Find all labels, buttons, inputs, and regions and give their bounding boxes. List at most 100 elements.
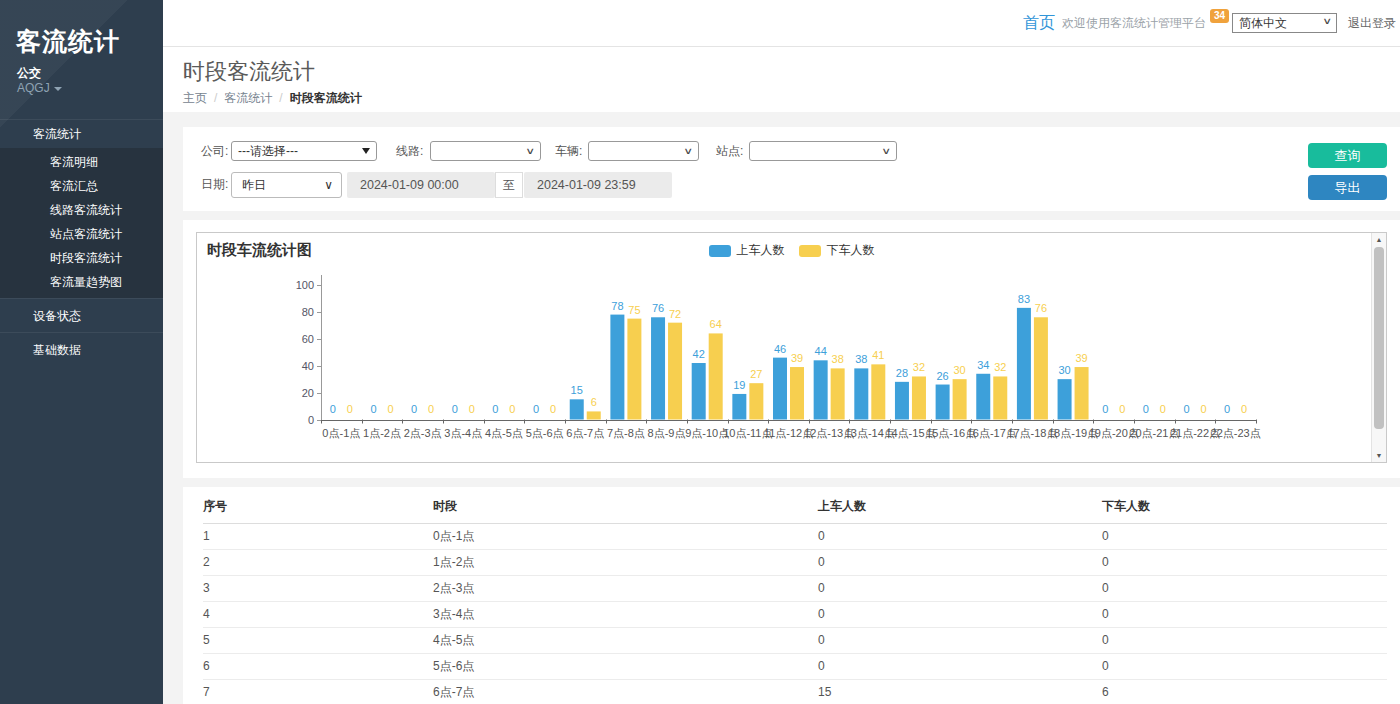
svg-text:0: 0	[509, 403, 515, 415]
svg-text:76: 76	[652, 302, 664, 314]
sidebar-subitem[interactable]: 线路客流统计	[0, 198, 163, 222]
legend-label-boarding[interactable]: 上车人数	[737, 244, 785, 257]
svg-text:78: 78	[611, 300, 623, 312]
sidebar-subitem[interactable]: 站点客流统计	[0, 222, 163, 246]
table-row: 10点-1点00	[203, 524, 1387, 550]
chart-scrollbar[interactable]: ▲ ▼	[1371, 233, 1386, 462]
legend-swatch-alighting[interactable]	[799, 245, 821, 257]
svg-text:0: 0	[347, 403, 353, 415]
svg-text:0: 0	[1183, 403, 1189, 415]
svg-text:19: 19	[733, 379, 745, 391]
sidebar-nav: 客流统计 客流明细客流汇总线路客流统计站点客流统计时段客流统计客流量趋势图 设备…	[0, 119, 163, 366]
date-to-input[interactable]: 2024-01-09 23:59	[524, 172, 672, 198]
svg-text:0: 0	[387, 403, 393, 415]
table-cell: 3	[203, 576, 433, 602]
table-row: 54点-5点00	[203, 628, 1387, 654]
legend-label-alighting[interactable]: 下车人数	[827, 244, 875, 257]
table-header-cell: 序号	[203, 487, 433, 524]
table-cell: 6点-7点	[433, 680, 818, 704]
svg-text:40: 40	[302, 360, 314, 372]
sidebar-item-device-status[interactable]: 设备状态	[0, 298, 163, 332]
scroll-up-icon[interactable]: ▲	[1372, 233, 1386, 246]
table-header-cell: 上车人数	[818, 487, 1102, 524]
svg-text:0: 0	[469, 403, 475, 415]
date-preset-select[interactable]: 昨日∨	[231, 172, 342, 198]
station-select[interactable]: ∨	[749, 141, 897, 161]
main-area: 首页 欢迎使用客流统计管理平台 34 简体中文∨ 退出登录 时段客流统计 主页/…	[163, 0, 1400, 704]
line-select[interactable]: ∨	[430, 141, 541, 161]
table-cell: 0	[818, 602, 1102, 628]
date-from-input[interactable]: 2024-01-09 00:00	[347, 172, 495, 198]
svg-text:46: 46	[774, 343, 786, 355]
table-cell: 1点-2点	[433, 550, 818, 576]
notification-badge[interactable]: 34	[1210, 9, 1229, 23]
sidebar-subitem[interactable]: 时段客流统计	[0, 246, 163, 270]
svg-text:0: 0	[308, 414, 314, 426]
scrollbar-thumb[interactable]	[1374, 247, 1384, 429]
table-header-cell: 时段	[433, 487, 818, 524]
date-label: 日期:	[201, 178, 228, 191]
breadcrumb-home[interactable]: 主页	[183, 91, 207, 105]
app-title: 客流统计	[0, 0, 163, 55]
svg-text:76: 76	[1035, 302, 1047, 314]
chart-box: 020406080100000点-1点001点-2点002点-3点003点-4点…	[196, 232, 1387, 463]
sidebar-subitem[interactable]: 客流明细	[0, 150, 163, 174]
export-button[interactable]: 导出	[1308, 175, 1387, 200]
table-row: 43点-4点00	[203, 602, 1387, 628]
svg-text:83: 83	[1018, 293, 1030, 305]
chart-legend: 上车人数 下车人数	[709, 244, 875, 257]
svg-text:2点-3点: 2点-3点	[404, 427, 442, 439]
svg-text:32: 32	[913, 361, 925, 373]
language-select[interactable]: 简体中文	[1232, 13, 1337, 33]
logout-link[interactable]: 退出登录	[1348, 15, 1396, 32]
svg-text:4点-5点: 4点-5点	[485, 427, 523, 439]
svg-text:41: 41	[872, 349, 884, 361]
svg-text:80: 80	[302, 306, 314, 318]
svg-text:0: 0	[1119, 403, 1125, 415]
table-cell: 0点-1点	[433, 524, 818, 550]
table-cell: 7	[203, 680, 433, 704]
svg-text:0: 0	[1200, 403, 1206, 415]
table-cell: 5点-6点	[433, 654, 818, 680]
table-row: 32点-3点00	[203, 576, 1387, 602]
table-cell: 5	[203, 628, 433, 654]
sidebar-item-base-data[interactable]: 基础数据	[0, 332, 163, 366]
table-cell: 0	[1102, 550, 1387, 576]
svg-text:20: 20	[302, 387, 314, 399]
vehicle-label: 车辆:	[555, 145, 582, 158]
org-name: 公交	[0, 55, 163, 80]
breadcrumb-current: 时段客流统计	[290, 91, 362, 105]
user-dropdown[interactable]: AQGJ	[0, 80, 163, 95]
breadcrumb: 主页/客流统计/时段客流统计	[183, 92, 1400, 105]
table-cell: 0	[1102, 654, 1387, 680]
query-button[interactable]: 查询	[1308, 143, 1387, 168]
table-cell: 3点-4点	[433, 602, 818, 628]
company-select[interactable]: ---请选择---	[231, 141, 377, 161]
sidebar-subitem[interactable]: 客流量趋势图	[0, 270, 163, 294]
table-cell: 0	[1102, 576, 1387, 602]
table-header-row: 序号时段上车人数下车人数	[203, 487, 1387, 524]
sidebar-item-passenger-stats[interactable]: 客流统计	[0, 119, 163, 148]
topbar: 首页 欢迎使用客流统计管理平台 34 简体中文∨ 退出登录	[163, 0, 1400, 47]
page-header: 时段客流统计 主页/客流统计/时段客流统计	[163, 47, 1400, 112]
breadcrumb-section[interactable]: 客流统计	[224, 91, 272, 105]
sidebar-subitem[interactable]: 客流汇总	[0, 174, 163, 198]
scroll-down-icon[interactable]: ▼	[1372, 449, 1386, 462]
svg-text:0: 0	[550, 403, 556, 415]
sidebar-submenu: 客流明细客流汇总线路客流统计站点客流统计时段客流统计客流量趋势图	[0, 148, 163, 298]
svg-text:44: 44	[815, 345, 827, 357]
table-row: 76点-7点156	[203, 680, 1387, 704]
legend-swatch-boarding[interactable]	[709, 245, 731, 257]
bar-chart: 020406080100000点-1点001点-2点002点-3点003点-4点…	[197, 233, 1371, 462]
home-link[interactable]: 首页	[1023, 13, 1055, 34]
vehicle-select[interactable]: ∨	[588, 141, 699, 161]
table-row: 21点-2点00	[203, 550, 1387, 576]
svg-text:26: 26	[936, 370, 948, 382]
svg-text:7点-8点: 7点-8点	[607, 427, 645, 439]
table-cell: 0	[818, 576, 1102, 602]
svg-text:0: 0	[1241, 403, 1247, 415]
table-cell: 4	[203, 602, 433, 628]
svg-text:39: 39	[1075, 352, 1087, 364]
table-cell: 0	[818, 654, 1102, 680]
table-cell: 2点-3点	[433, 576, 818, 602]
